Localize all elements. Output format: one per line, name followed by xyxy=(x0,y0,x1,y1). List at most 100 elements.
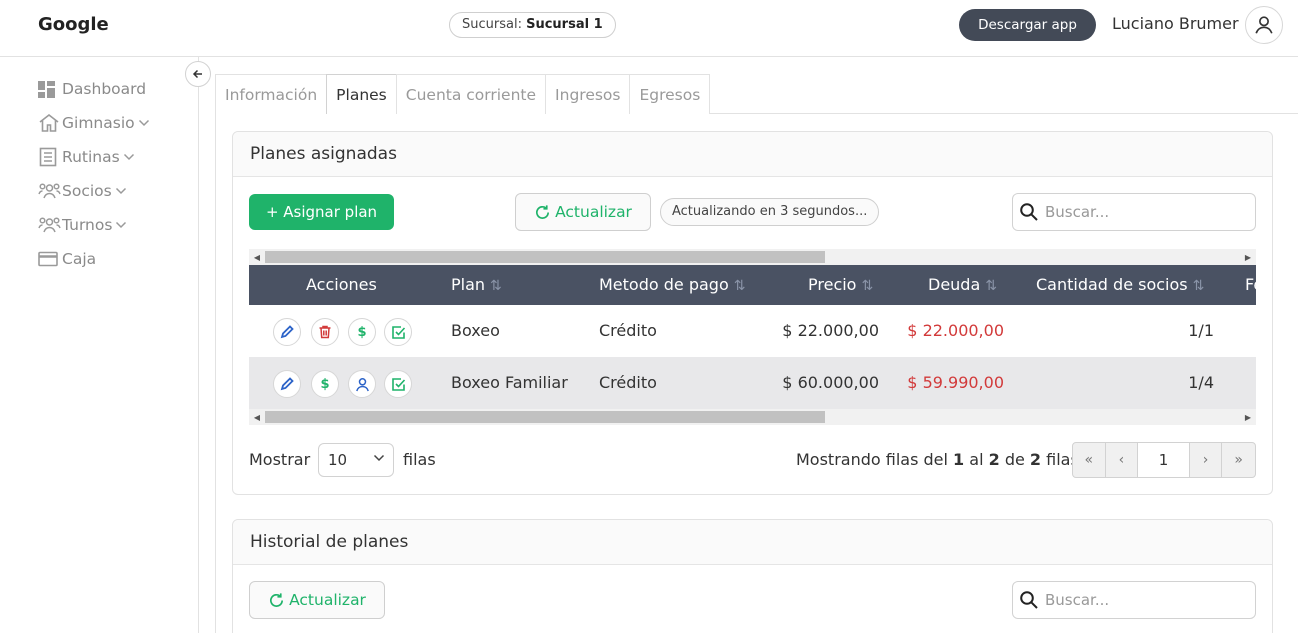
column-header-plan[interactable]: Plan ⇅ xyxy=(451,265,502,305)
user-avatar[interactable] xyxy=(1245,6,1283,44)
delete-button[interactable] xyxy=(311,318,339,346)
chevron-down-icon xyxy=(138,119,149,127)
chevron-down-icon xyxy=(123,153,134,161)
rows-per-page-select[interactable]: 10 xyxy=(318,443,394,477)
sidebar-collapse-button[interactable] xyxy=(185,61,211,87)
tab-cuenta-corriente[interactable]: Cuenta corriente xyxy=(395,74,547,114)
edit-button[interactable] xyxy=(273,370,301,398)
history-refresh-button[interactable]: Actualizar xyxy=(249,581,385,619)
check-button[interactable] xyxy=(384,370,412,398)
pencil-icon xyxy=(280,325,294,339)
sort-icon[interactable]: ⇅ xyxy=(985,278,997,294)
refresh-button[interactable]: Actualizar xyxy=(515,193,651,231)
table-scrollbar-top[interactable]: ◀ ▶ xyxy=(249,249,1256,265)
check-button[interactable] xyxy=(384,318,412,346)
column-header-date[interactable]: Fe xyxy=(1245,265,1256,305)
checkbox-icon xyxy=(391,325,405,339)
scrollbar-thumb[interactable] xyxy=(265,411,825,423)
pay-button[interactable]: $ xyxy=(348,318,376,346)
pagination-summary: Mostrando filas del 1 al 2 de 2 filas xyxy=(796,450,1079,469)
search-placeholder: Buscar... xyxy=(1045,591,1110,609)
cell-payment-method: Crédito xyxy=(599,373,657,392)
tab-egresos[interactable]: Egresos xyxy=(629,74,711,114)
edit-button[interactable] xyxy=(273,318,301,346)
auto-refresh-status: Actualizando en 3 segundos... xyxy=(660,198,880,226)
sidebar-item-turnos[interactable]: Turnos xyxy=(38,213,127,237)
dashboard-icon xyxy=(38,78,62,100)
column-header-actions: Acciones xyxy=(306,275,377,294)
sidebar-item-caja[interactable]: Caja xyxy=(38,247,96,271)
history-search-input[interactable]: Buscar... xyxy=(1012,581,1256,619)
sort-icon[interactable]: ⇅ xyxy=(1193,278,1205,294)
sidebar-item-label: Rutinas xyxy=(62,148,120,166)
table-scrollbar-bottom[interactable]: ◀ ▶ xyxy=(249,409,1256,425)
chevron-down-icon xyxy=(115,187,126,195)
cell-member-count: 1/4 xyxy=(1188,373,1214,392)
cell-price: $ 22.000,00 xyxy=(782,321,879,340)
scroll-left-icon[interactable]: ◀ xyxy=(249,409,265,425)
sidebar-item-gimnasio[interactable]: Gimnasio xyxy=(38,111,150,135)
sidebar-item-dashboard[interactable]: Dashboard xyxy=(38,77,146,101)
arrow-left-icon xyxy=(192,69,202,79)
column-header-member-count[interactable]: Cantidad de socios ⇅ xyxy=(1036,265,1204,305)
chevron-down-icon xyxy=(373,454,385,462)
pencil-icon xyxy=(280,377,294,391)
tab-informacion[interactable]: Información xyxy=(215,74,328,114)
sidebar-item-label: Socios xyxy=(62,182,112,200)
dollar-icon: $ xyxy=(357,324,367,340)
card-icon xyxy=(38,248,62,270)
refresh-icon xyxy=(536,204,550,219)
document-icon xyxy=(38,146,62,168)
pay-button[interactable]: $ xyxy=(311,370,339,398)
column-header-price[interactable]: Precio ⇅ xyxy=(808,265,873,305)
cell-plan: Boxeo Familiar xyxy=(451,373,568,392)
assign-plan-button[interactable]: + Asignar plan xyxy=(249,194,394,230)
column-header-debt[interactable]: Deuda ⇅ xyxy=(928,265,997,305)
sidebar-item-socios[interactable]: Socios xyxy=(38,179,127,203)
column-header-payment-method[interactable]: Metodo de pago ⇅ xyxy=(599,265,745,305)
next-page-button[interactable]: › xyxy=(1190,443,1223,477)
sort-icon[interactable]: ⇅ xyxy=(861,278,873,294)
scroll-right-icon[interactable]: ▶ xyxy=(1240,409,1256,425)
assigned-plans-table: Acciones Plan ⇅ Metodo de pago ⇅ Precio ⇅ D… xyxy=(249,265,1256,409)
user-icon xyxy=(355,377,369,391)
search-placeholder: Buscar... xyxy=(1045,203,1110,221)
table-row: $ Boxeo Crédito $ 22.000,00 $ 22.000,00 … xyxy=(249,305,1256,357)
cell-price: $ 60.000,00 xyxy=(782,373,879,392)
search-input[interactable]: Buscar... xyxy=(1012,193,1256,231)
rows-per-page-value: 10 xyxy=(328,451,348,469)
cell-plan: Boxeo xyxy=(451,321,500,340)
user-name[interactable]: Luciano Brumer xyxy=(1112,14,1239,33)
scroll-left-icon[interactable]: ◀ xyxy=(249,249,265,265)
checkbox-icon xyxy=(391,377,405,391)
refresh-label: Actualizar xyxy=(555,203,632,221)
card-title: Planes asignadas xyxy=(233,132,1272,177)
search-icon xyxy=(1020,591,1038,609)
sidebar-item-label: Dashboard xyxy=(62,80,147,98)
sort-icon[interactable]: ⇅ xyxy=(734,278,746,294)
tab-bar: Información Planes Cuenta corriente Ingr… xyxy=(215,74,711,114)
cell-debt: $ 22.000,00 xyxy=(907,321,1004,340)
members-button[interactable] xyxy=(348,370,376,398)
users-icon xyxy=(38,180,62,202)
cell-payment-method: Crédito xyxy=(599,321,657,340)
first-page-button[interactable]: « xyxy=(1073,443,1106,477)
branch-selector[interactable]: Sucursal: Sucursal 1 xyxy=(449,12,616,38)
last-page-button[interactable]: » xyxy=(1222,443,1255,477)
branch-value: Sucursal 1 xyxy=(526,17,603,32)
sidebar-item-rutinas[interactable]: Rutinas xyxy=(38,145,135,169)
sort-icon[interactable]: ⇅ xyxy=(490,278,502,294)
current-page[interactable]: 1 xyxy=(1138,443,1190,477)
table-row: $ Boxeo Familiar Crédito $ 60.000,00 $ 5… xyxy=(249,357,1256,409)
prev-page-button[interactable]: ‹ xyxy=(1106,443,1139,477)
user-icon xyxy=(1255,16,1273,34)
branch-label: Sucursal: xyxy=(462,17,527,32)
download-app-button[interactable]: Descargar app xyxy=(959,9,1096,41)
scrollbar-thumb[interactable] xyxy=(265,251,825,263)
scroll-right-icon[interactable]: ▶ xyxy=(1240,249,1256,265)
tab-ingresos[interactable]: Ingresos xyxy=(545,74,631,114)
tab-planes[interactable]: Planes xyxy=(326,74,397,114)
sidebar-item-label: Gimnasio xyxy=(62,114,135,132)
card-title: Historial de planes xyxy=(233,520,1272,565)
refresh-icon xyxy=(270,592,284,607)
